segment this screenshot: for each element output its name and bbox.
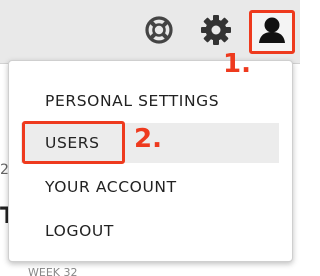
gear-icon: [200, 14, 232, 50]
user-dropdown-menu: PERSONAL SETTINGS USERS YOUR ACCOUNT LOG…: [8, 60, 293, 262]
step-2-annotation: 2.: [134, 124, 162, 154]
user-menu-button[interactable]: [249, 10, 295, 54]
menu-item-label: LOGOUT: [45, 222, 114, 240]
user-silhouette-icon: [257, 16, 287, 48]
lifebuoy-icon: [144, 15, 174, 49]
menu-item-label: PERSONAL SETTINGS: [45, 92, 220, 110]
step-1-annotation: 1.: [223, 49, 251, 79]
menu-item-logout[interactable]: LOGOUT: [21, 211, 279, 251]
menu-item-personal-settings[interactable]: PERSONAL SETTINGS: [21, 81, 279, 121]
menu-item-your-account[interactable]: YOUR ACCOUNT: [21, 167, 279, 207]
background-week-fragment: WEEK 32: [28, 266, 78, 276]
users-highlight-annotation: [22, 121, 125, 164]
menu-item-label: YOUR ACCOUNT: [45, 178, 177, 196]
settings-button[interactable]: [199, 15, 233, 49]
help-button[interactable]: [142, 15, 176, 49]
